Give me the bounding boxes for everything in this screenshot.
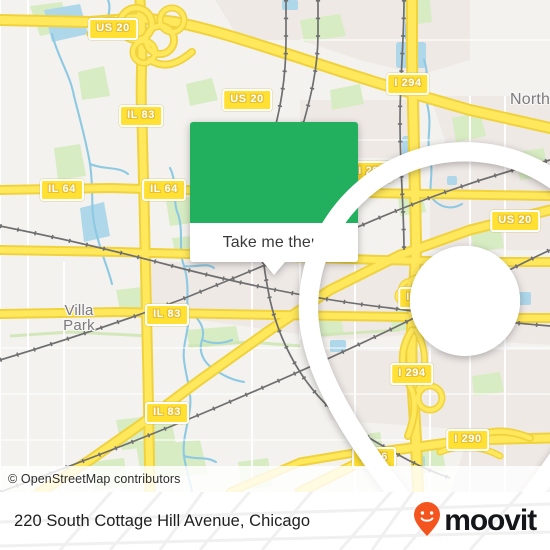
shield-us-20-nw[interactable]: US 20 xyxy=(88,18,138,40)
map-canvas[interactable]: Villa Park North US 20 US 20 IL 83 I 294… xyxy=(0,0,550,492)
screenshot-root: Villa Park North US 20 US 20 IL 83 I 294… xyxy=(0,0,550,550)
shield-il-64-w[interactable]: IL 64 xyxy=(40,179,84,201)
moovit-pin-smiley-icon xyxy=(412,501,442,542)
popup-icon-area xyxy=(190,122,550,492)
moovit-logo[interactable]: moovit xyxy=(412,501,537,542)
osm-attribution: © OpenStreetMap contributors xyxy=(0,466,550,492)
shield-us-20-n[interactable]: US 20 xyxy=(222,89,272,111)
osm-attribution-text: © OpenStreetMap contributors xyxy=(8,472,181,486)
address-text: 220 South Cottage Hill Avenue, Chicago xyxy=(14,511,311,530)
location-popup-card[interactable]: Take me there xyxy=(190,122,550,492)
shield-il-83-s[interactable]: IL 83 xyxy=(145,402,189,424)
moovit-wordmark: moovit xyxy=(444,504,537,537)
shield-il-83-mid[interactable]: IL 83 xyxy=(145,304,189,326)
popup-tail xyxy=(263,262,285,275)
bottom-bar: 220 South Cottage Hill Avenue, Chicago m… xyxy=(0,492,550,550)
shield-i-294-n[interactable]: I 294 xyxy=(386,73,430,95)
shield-il-83-n[interactable]: IL 83 xyxy=(119,105,163,127)
shield-il-64-e[interactable]: IL 64 xyxy=(142,179,186,201)
